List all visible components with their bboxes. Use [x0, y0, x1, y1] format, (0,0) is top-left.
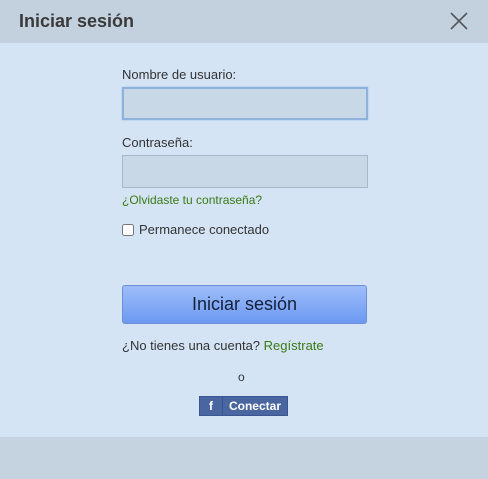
login-button[interactable]: Iniciar sesión	[122, 285, 367, 324]
dialog-footer	[0, 437, 488, 479]
username-input[interactable]	[122, 87, 368, 120]
remember-label: Permanece conectado	[139, 222, 270, 237]
signup-prompt: ¿No tienes una cuenta? Regístrate	[122, 338, 324, 353]
remember-checkbox[interactable]	[122, 223, 134, 236]
password-label: Contraseña:	[122, 135, 193, 150]
username-label: Nombre de usuario:	[122, 67, 237, 82]
or-separator: o	[238, 370, 245, 384]
forgot-password-link[interactable]: ¿Olvidaste tu contraseña?	[122, 193, 262, 207]
facebook-connect-label: Conectar	[228, 399, 281, 413]
facebook-icon: f	[200, 397, 223, 415]
close-icon	[450, 12, 468, 30]
signup-prompt-text: ¿No tienes una cuenta?	[122, 338, 261, 353]
dialog-title: Iniciar sesión	[19, 11, 135, 31]
remember-me[interactable]: Permanece conectado	[122, 222, 269, 237]
facebook-connect-button[interactable]: f Conectar	[199, 396, 288, 416]
password-input[interactable]	[122, 155, 368, 188]
dialog-header: Iniciar sesión	[0, 0, 488, 43]
signup-link[interactable]: Regístrate	[264, 338, 324, 353]
close-button[interactable]	[446, 8, 472, 34]
